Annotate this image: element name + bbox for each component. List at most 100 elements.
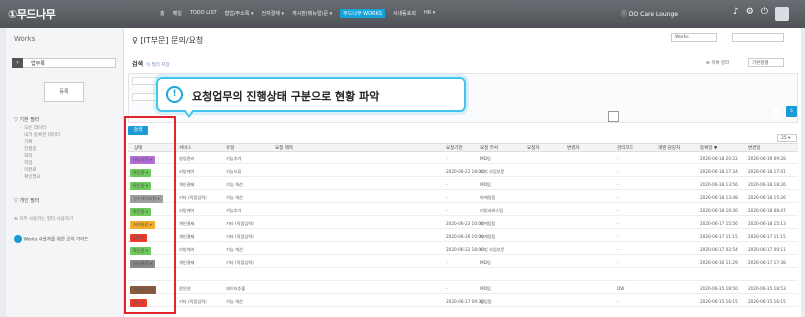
table-cell-type: 기능 개선 <box>226 247 243 252</box>
table-row[interactable]: 검수대기요청 ▾ 기타 (직접입력) 기능 개선 - 마케팅팀 -2020-06-18 1… <box>128 192 798 203</box>
table-cell-reg: 2020-06-17 02:54 <box>700 247 738 252</box>
gear-icon[interactable]: ⚙ <box>746 7 754 21</box>
nav-item[interactable]: 협업/주소록 ▾ <box>225 10 254 18</box>
column-header[interactable]: 요청기한 <box>446 145 463 151</box>
option-checkbox[interactable] <box>608 111 619 122</box>
table-cell-dept: 리빙 사업부문 <box>480 247 505 252</box>
table-cell-dept: MD팀 <box>480 260 491 265</box>
table-row[interactable]: 개발 요청 ▾ 장인넷 데이터추출 - MD팀 DW 2020-06-15 18:50 202… <box>128 283 798 294</box>
table-cell-reg: 2020-06-17 15:56 <box>700 221 738 226</box>
nav-item[interactable]: HR ▾ <box>424 10 435 18</box>
table-row[interactable]: 검수 ▾ 기타 (직접입력) 기능 개선 2020-06-17 09:30 영업팀 -20… <box>128 296 798 307</box>
table-row[interactable]: 확인중 ▾ 개인결제 기능 개선 - MD팀 -2020-06-18 13:56 2020-… <box>128 179 798 190</box>
table-cell-reg: 2020-06-18 13:48 <box>700 195 738 200</box>
filter-item[interactable]: ◦ 처리 <box>20 153 32 159</box>
search-field[interactable] <box>132 77 158 85</box>
column-header[interactable]: 서비스 <box>179 145 191 151</box>
table-cell-mod: 2020-06-17 09:11 <box>748 247 786 252</box>
column-header[interactable]: 요청자 <box>527 145 539 151</box>
search-box[interactable] <box>732 33 784 42</box>
table-row[interactable] <box>128 270 798 281</box>
column-header[interactable]: 관리코드 <box>617 145 634 151</box>
table-row[interactable]: 검수 ▾ 개인결제 기타 (직접입력) 2020-06-26 10:00 마케팅팀 -20… <box>128 231 798 242</box>
table-cell-type: 기능 개선 <box>226 299 243 304</box>
avatar[interactable] <box>774 7 789 21</box>
save-filter-link[interactable]: 이 필터 저장 <box>146 63 170 68</box>
table-cell-reg: 2020-06-15 18:50 <box>700 286 738 291</box>
guide-link[interactable]: Works 사용자를 위한 공지 가이드 <box>14 235 88 243</box>
nav-item[interactable]: 게시판(메뉴얼)문 ▾ <box>292 10 332 18</box>
column-header[interactable]: 요청 부서 <box>480 145 498 151</box>
filter-item[interactable]: ⊕ 자주 사용하는 필터 사용하기 <box>14 216 73 222</box>
column-header[interactable]: 요청 제목 <box>275 145 293 151</box>
filter-item[interactable]: ◦ 미완료 <box>20 167 37 173</box>
table-cell-reg: 2020-06-15 16:15 <box>700 299 738 304</box>
column-header[interactable]: 변경일 <box>748 145 760 151</box>
download-icon[interactable]: ⇩ <box>786 106 797 117</box>
sort-note[interactable]: ⊕ 목록 정리 <box>706 60 729 66</box>
table-cell-deadline: - <box>446 260 448 265</box>
table-cell-deadline: 2020-06-22 18:00 <box>446 169 484 174</box>
page-size-select[interactable]: 25 ▾ <box>777 134 797 142</box>
table-row[interactable]: 확인중 ▾ 리빙케어 기능 개선 2020-06-22 18:00 리빙 사업부문 -20… <box>128 244 798 255</box>
table-cell-service: 리빙케어 <box>179 247 195 252</box>
table-cell-deadline: 2020-06-17 09:30 <box>446 299 484 304</box>
table-cell-code: - <box>617 221 619 226</box>
filter-item[interactable]: ◦ 작업 <box>20 160 32 166</box>
register-button[interactable]: 등록 <box>44 82 84 102</box>
table-cell-deadline: 2020-06-26 10:00 <box>446 234 484 239</box>
nav-item[interactable]: 전자결재 ▾ <box>261 10 284 18</box>
table-row[interactable]: 확인중 ▾ 리빙케어 기능오류 2020-06-22 18:00 리빙 사업부문 -202… <box>128 166 798 177</box>
table-cell-code: - <box>617 195 619 200</box>
table-cell-type: 기능추가 <box>226 156 242 161</box>
filter-item[interactable]: ◦ 확인필요 <box>20 174 41 180</box>
table-cell-dept: 마케팅팀 <box>480 195 496 200</box>
table-cell-mod: 2020-06-18 15:26 <box>748 195 786 200</box>
personal-filter-header[interactable]: ▽ 개인 필터 <box>14 197 39 204</box>
nav-item[interactable]: 사내동호회 <box>393 10 416 18</box>
table-cell-mod: 2020-06-18 08:47 <box>748 208 786 213</box>
table-cell-deadline: - <box>446 208 448 213</box>
table-cell-mod: 2020-06-17 17:38 <box>748 260 786 265</box>
column-header[interactable]: 변경자 <box>567 145 579 151</box>
table-cell-service: 개인결제 <box>179 234 195 239</box>
table-row[interactable]: 처리완료 ▾ 개인결제 기타 (직접입력) 2020-06-23 10:00 마케팅팀 -… <box>128 218 798 229</box>
table-cell-code: - <box>617 169 619 174</box>
lounge-link[interactable]: Ⓘ DO Care Lounge <box>621 9 678 18</box>
top-icons: ♪ ⚙ ⏻ <box>733 7 789 21</box>
table-cell-service: 개인결제 <box>179 260 195 265</box>
table-cell-reg: 2020-06-18 10:30 <box>700 208 738 213</box>
table-cell-type: 기능추가 <box>226 208 242 213</box>
basic-filter-header[interactable]: ▽ 기본 필터 <box>14 116 39 123</box>
column-header[interactable]: 유형 <box>226 145 234 151</box>
search-title: 검색 이 필터 저장 <box>132 61 170 68</box>
sort-select[interactable]: 기본정렬 <box>748 58 784 67</box>
table-cell-mod: 2020-06-18 15:13 <box>748 221 786 226</box>
app-logo[interactable]: ①무드나무 <box>8 6 56 22</box>
table-row[interactable]: 대응대기 ▾ 영업관리 기능추가 - MD팀 -2020-06-18 20:22 2020-… <box>128 153 798 164</box>
column-header[interactable]: 개발 담당자 <box>658 145 680 151</box>
back-icon[interactable]: ‹ <box>12 58 23 68</box>
table-cell-code: DW <box>617 286 625 291</box>
nav-item[interactable]: 홈 <box>160 10 165 18</box>
filter-item[interactable]: ◦ 진행중 <box>20 146 37 152</box>
power-icon[interactable]: ⏻ <box>761 7 768 21</box>
nav-item-active[interactable]: 무드나무 WORKS <box>340 9 385 18</box>
table-header: 상태 서비스 유형 요청 제목 요청기한 요청 부서 요청자 변경자 관리코드 … <box>128 143 798 152</box>
filter-item[interactable]: ◦ 모든 데이터 <box>20 125 46 131</box>
bell-icon[interactable]: ♪ <box>733 7 739 21</box>
table-cell-mod: 2020-06-18 18:26 <box>748 182 786 187</box>
nav-item[interactable]: TODO LIST <box>190 10 217 18</box>
sidebar-title: Works <box>14 35 36 43</box>
top-bar: ①무드나무 홈 메일 TODO LIST 협업/주소록 ▾ 전자결재 ▾ 게시판… <box>0 0 805 28</box>
filter-item[interactable]: ◦ 내가 등록한 데이터 <box>20 132 60 138</box>
date-field[interactable] <box>132 93 158 101</box>
nav-item[interactable]: 메일 <box>173 10 182 18</box>
table-cell-code: - <box>617 156 619 161</box>
table-row[interactable]: 확인중 ▾ 리빙케어 기능추가 - 리빙서비스팀 -2020-06-18 10:30 202… <box>128 205 798 216</box>
table-row[interactable]: 처리완료 ▾ 개인결제 기타 (직접입력) - MD팀 -2020-06-16 11:29… <box>128 257 798 268</box>
column-header[interactable]: 등록일 ▼ <box>700 145 717 151</box>
filter-item[interactable]: ◦ 기록 <box>20 139 32 145</box>
works-select[interactable]: Works <box>671 33 717 42</box>
sidebar-select[interactable]: 업무록 <box>12 58 116 68</box>
